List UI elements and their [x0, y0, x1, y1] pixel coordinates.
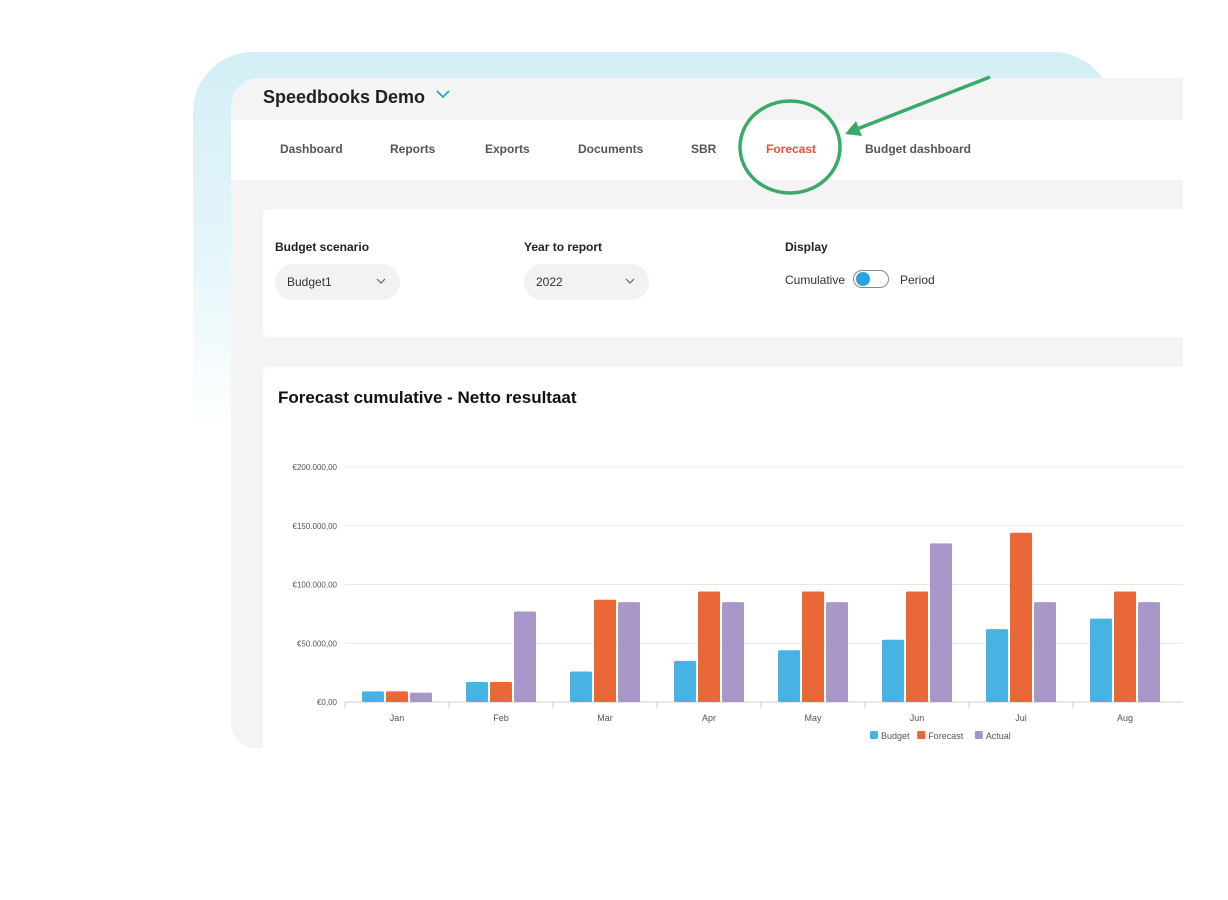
bar-budget — [362, 691, 384, 702]
tab-documents[interactable]: Documents — [578, 142, 643, 156]
x-tick-label: Apr — [702, 713, 716, 723]
bar-actual — [618, 602, 640, 702]
cumulative-label: Cumulative — [785, 273, 846, 287]
display-toggle[interactable] — [853, 270, 889, 288]
year-label: Year to report — [524, 240, 603, 254]
bar-budget — [466, 682, 488, 702]
legend-swatch-forecast — [917, 731, 926, 739]
bar-budget — [674, 660, 696, 702]
x-tick-label: Jun — [910, 713, 925, 723]
bar-forecast — [1114, 591, 1136, 702]
bar-actual — [514, 611, 536, 702]
chart-card: Forecast cumulative - Netto resultaat €0… — [263, 367, 1183, 748]
y-tick-label: €200.000,00 — [293, 463, 338, 472]
display-toggle-row: Cumulative Period — [785, 270, 935, 288]
tab-exports[interactable]: Exports — [485, 142, 530, 156]
x-tick-label: Jul — [1015, 713, 1027, 723]
budget-scenario-select[interactable]: Budget1 — [275, 264, 400, 300]
y-tick-label: €150.000,00 — [293, 522, 338, 531]
tab-reports[interactable]: Reports — [390, 142, 435, 156]
app-window: Speedbooks Demo Dashboard Reports Export… — [231, 78, 1183, 748]
display-label: Display — [785, 240, 828, 254]
chevron-down-icon[interactable] — [436, 89, 450, 99]
legend-label-budget: Budget — [881, 731, 910, 741]
legend-swatch-actual — [974, 731, 983, 739]
period-label: Period — [900, 273, 935, 287]
chevron-down-icon — [376, 278, 386, 284]
bar-actual — [410, 692, 432, 702]
bar-forecast — [490, 682, 512, 702]
header: Speedbooks Demo — [231, 78, 1183, 120]
chevron-down-icon — [625, 278, 635, 284]
legend-label-actual: Actual — [986, 731, 1011, 741]
y-tick-label: €100.000,00 — [293, 581, 338, 590]
bar-forecast — [906, 591, 928, 702]
bar-forecast — [698, 591, 720, 702]
legend-label-forecast: Forecast — [928, 731, 964, 741]
window-corner — [1110, 78, 1183, 120]
tab-sbr[interactable]: SBR — [691, 142, 716, 156]
x-tick-label: Aug — [1117, 713, 1133, 723]
bar-budget — [570, 671, 592, 702]
y-tick-label: €0,00 — [317, 698, 338, 707]
budget-scenario-value: Budget1 — [287, 275, 332, 289]
toggle-knob — [856, 272, 870, 286]
bar-actual — [722, 602, 744, 702]
bar-actual — [930, 543, 952, 702]
bar-budget — [778, 650, 800, 702]
legend-swatch-budget — [870, 731, 878, 739]
filters-card: Budget scenario Budget1 Year to report 2… — [263, 209, 1183, 337]
x-tick-label: Mar — [597, 713, 613, 723]
bar-actual — [1034, 602, 1056, 702]
y-tick-label: €50.000,00 — [297, 639, 338, 648]
tab-budget-dashboard[interactable]: Budget dashboard — [865, 142, 971, 156]
x-tick-label: Feb — [493, 713, 509, 723]
bar-forecast — [386, 691, 408, 702]
bar-forecast — [594, 599, 616, 702]
year-value: 2022 — [536, 275, 563, 289]
bar-actual — [826, 602, 848, 702]
year-select[interactable]: 2022 — [524, 264, 649, 300]
bar-forecast — [802, 591, 824, 702]
tab-dashboard[interactable]: Dashboard — [280, 142, 343, 156]
x-tick-label: May — [804, 713, 822, 723]
x-tick-label: Jan — [390, 713, 405, 723]
bar-budget — [882, 639, 904, 702]
main-nav: Dashboard Reports Exports Documents SBR … — [231, 120, 1183, 180]
bar-actual — [1138, 602, 1160, 702]
bar-budget — [1090, 618, 1112, 702]
company-title[interactable]: Speedbooks Demo — [263, 87, 425, 108]
bar-forecast — [1010, 532, 1032, 702]
forecast-bar-chart: €0,00 €50.000,00 €100.000,00 €150.000,00 €20… — [293, 463, 1183, 741]
bar-budget — [986, 629, 1008, 702]
budget-scenario-label: Budget scenario — [275, 240, 370, 254]
tab-forecast[interactable]: Forecast — [766, 142, 816, 156]
